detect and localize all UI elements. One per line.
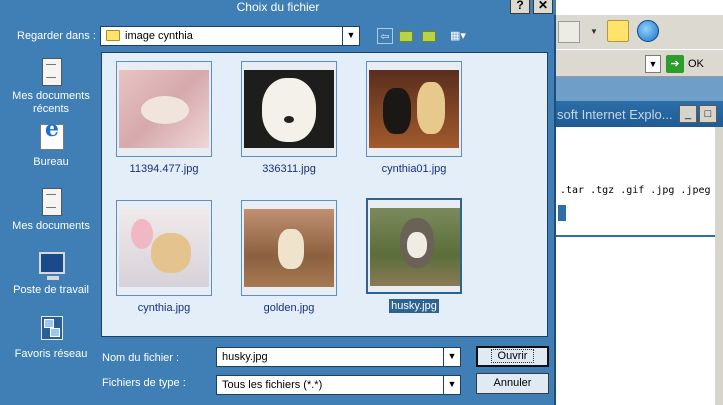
cancel-button[interactable]: Annuler bbox=[476, 373, 549, 394]
file-thumbnail[interactable] bbox=[116, 200, 212, 296]
place-label: Poste de travail bbox=[13, 284, 89, 296]
place-desktop[interactable]: Bureau bbox=[5, 122, 97, 169]
file-item[interactable]: golden.jpg bbox=[239, 200, 339, 315]
place-network[interactable]: Favoris réseau bbox=[5, 314, 97, 361]
file-type-label: Fichiers de type : bbox=[102, 377, 186, 389]
go-arrow-icon[interactable]: ➔ bbox=[666, 55, 684, 73]
close-button[interactable]: ✕ bbox=[533, 0, 553, 14]
open-button-label: Ouvrir bbox=[490, 349, 535, 363]
up-folder-icon[interactable] bbox=[399, 31, 413, 42]
minimize-button[interactable]: _ bbox=[679, 105, 697, 123]
toolbar-button[interactable] bbox=[558, 21, 580, 43]
file-item[interactable]: 11394.477.jpg bbox=[114, 61, 214, 176]
toolbar-dropdown-arrow-icon[interactable]: ▼ bbox=[590, 27, 598, 36]
file-open-dialog: Choix du fichier ? ✕ Regarder dans : ima… bbox=[0, 0, 556, 405]
my-documents-icon bbox=[36, 186, 66, 218]
chevron-down-icon[interactable]: ▼ bbox=[342, 27, 359, 45]
place-label: Bureau bbox=[33, 156, 69, 168]
open-button[interactable]: Ouvrir bbox=[476, 346, 549, 367]
file-name-label[interactable]: husky.jpg bbox=[389, 299, 439, 313]
puppy-photo-icon bbox=[119, 70, 209, 148]
file-item-selected[interactable]: husky.jpg bbox=[364, 198, 464, 313]
look-in-value: image cynthia bbox=[125, 30, 193, 42]
new-folder-icon[interactable] bbox=[422, 31, 436, 42]
browser-window-title: soft Internet Explo... bbox=[557, 107, 673, 122]
folder-icon bbox=[106, 30, 120, 41]
file-list[interactable]: 11394.477.jpg 336311.jpg cynthia01.jpg c… bbox=[101, 52, 548, 337]
desktop-icon bbox=[36, 122, 66, 154]
file-thumbnail[interactable] bbox=[241, 61, 337, 157]
file-type-value[interactable]: Tous les fichiers (*.*) bbox=[222, 379, 322, 391]
file-thumbnail[interactable] bbox=[241, 200, 337, 296]
file-item[interactable]: 336311.jpg bbox=[239, 61, 339, 176]
file-type-select[interactable]: Tous les fichiers (*.*) ▼ bbox=[216, 375, 461, 395]
puppy-photo-icon bbox=[244, 209, 334, 287]
file-name-input[interactable]: husky.jpg ▼ bbox=[216, 347, 461, 367]
places-bar: Mes documents récents Bureau Mes documen… bbox=[5, 52, 97, 372]
puppy-photo-icon bbox=[369, 70, 459, 148]
place-recent-documents[interactable]: Mes documents récents bbox=[5, 56, 97, 116]
place-label: Favoris réseau bbox=[14, 348, 88, 360]
browser-scrollbar[interactable] bbox=[715, 127, 723, 405]
folder-icon[interactable] bbox=[607, 20, 629, 42]
go-button-label[interactable]: OK bbox=[688, 58, 704, 70]
file-name-label: Nom du fichier : bbox=[102, 352, 180, 364]
look-in-label: Regarder dans : bbox=[17, 30, 96, 42]
chevron-down-icon[interactable]: ▼ bbox=[443, 376, 460, 394]
allowed-extensions-text: .tar .tgz .gif .jpg .jpeg .png) bbox=[560, 185, 723, 196]
back-arrow-icon[interactable]: ⇦ bbox=[377, 28, 393, 44]
file-thumbnail[interactable] bbox=[116, 61, 212, 157]
browser-window-titlebar: soft Internet Explo... _ □ bbox=[555, 101, 723, 127]
place-label: Mes documents récents bbox=[12, 90, 90, 115]
puppy-photo-icon bbox=[119, 209, 209, 287]
puppy-photo-icon bbox=[244, 70, 334, 148]
file-name-label[interactable]: 11394.477.jpg bbox=[128, 162, 201, 176]
help-button[interactable]: ? bbox=[510, 0, 530, 14]
file-item[interactable]: cynthia01.jpg bbox=[364, 61, 464, 176]
network-places-icon bbox=[36, 314, 66, 346]
browser-toolbar: ▼ bbox=[555, 15, 723, 49]
file-name-label[interactable]: cynthia01.jpg bbox=[380, 162, 449, 176]
place-my-computer[interactable]: Poste de travail bbox=[5, 250, 97, 297]
husky-photo-icon bbox=[370, 208, 460, 286]
look-in-combobox[interactable]: image cynthia ▼ bbox=[100, 26, 360, 46]
file-name-label[interactable]: golden.jpg bbox=[262, 301, 317, 315]
maximize-button[interactable]: □ bbox=[699, 105, 717, 123]
place-label: Mes documents bbox=[12, 220, 90, 232]
internet-explorer-icon[interactable] bbox=[637, 20, 659, 42]
file-name-value[interactable]: husky.jpg bbox=[222, 351, 268, 363]
recent-documents-icon bbox=[36, 56, 66, 88]
file-name-label[interactable]: cynthia.jpg bbox=[136, 301, 193, 315]
dialog-title: Choix du fichier bbox=[0, 0, 556, 15]
file-item[interactable]: cynthia.jpg bbox=[114, 200, 214, 315]
file-name-label[interactable]: 336311.jpg bbox=[260, 162, 318, 176]
browser-page-content: .tar .tgz .gif .jpg .jpeg .png) bbox=[555, 127, 723, 405]
file-thumbnail[interactable] bbox=[366, 198, 462, 294]
chevron-down-icon[interactable]: ▼ bbox=[443, 348, 460, 366]
address-bar: ▼ ➔ OK bbox=[555, 49, 723, 77]
page-button-edge[interactable] bbox=[558, 205, 566, 221]
address-dropdown-button[interactable]: ▼ bbox=[645, 55, 661, 73]
my-computer-icon bbox=[36, 250, 66, 282]
page-divider bbox=[555, 235, 717, 237]
file-thumbnail[interactable] bbox=[366, 61, 462, 157]
place-my-documents[interactable]: Mes documents bbox=[5, 186, 97, 233]
browser-separator bbox=[555, 77, 723, 101]
view-menu-icon[interactable]: ▦▾ bbox=[446, 28, 470, 44]
